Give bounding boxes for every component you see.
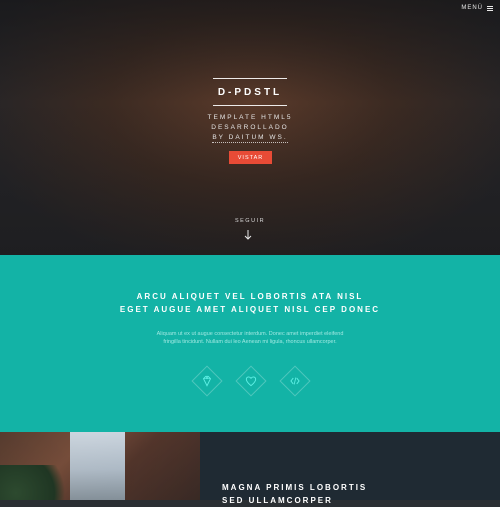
features-subtext: Aliquam ut ex ut augue consectetur inter… [0, 330, 500, 346]
features-section: ARCU ALIQUET VEL LOBORTIS ATA NISL EGET … [0, 255, 500, 432]
feature-icon-diamond[interactable] [191, 365, 223, 397]
bottom-heading-line-2: SED ULLAMCORPER [222, 496, 333, 505]
features-headline-line-1: ARCU ALIQUET VEL LOBORTIS ATA NISL [136, 292, 364, 301]
code-icon [290, 377, 300, 385]
alley-photo [0, 432, 200, 500]
feature-icons [0, 365, 500, 400]
bottom-heading-line-1: MAGNA PRIMIS LOBORTIS [222, 483, 368, 492]
logo-text: D-PDSTL [217, 86, 283, 98]
features-subtext-line-1: Aliquam ut ex ut augue consectetur inter… [156, 331, 344, 337]
bottom-section: MAGNA PRIMIS LOBORTIS SED ULLAMCORPER [0, 432, 500, 505]
menu-label: MENÚ [461, 5, 483, 11]
hero-section: MENÚ D-PDSTL TEMPLATE HTML5 DESARROLLADO… [0, 0, 500, 255]
feature-icon-heart[interactable] [235, 365, 267, 397]
features-headline: ARCU ALIQUET VEL LOBORTIS ATA NISL EGET … [0, 290, 500, 316]
feature-icon-code[interactable] [279, 365, 311, 397]
features-headline-line-2: EGET AUGUE AMET ALIQUET NISL CEP DONEC [119, 305, 381, 314]
hamburger-icon [487, 5, 493, 11]
site-logo[interactable]: D-PDSTL [213, 78, 287, 106]
tagline-line-1: TEMPLATE HTML5 [207, 114, 293, 121]
tagline-line-2: DESARROLLADO [211, 124, 289, 131]
features-subtext-line-2: fringilla tincidunt. Nullam dui leo Aene… [163, 339, 337, 345]
diamond-icon [202, 375, 212, 387]
hero-tagline: TEMPLATE HTML5 DESARROLLADO BY DAITUM WS… [0, 113, 500, 143]
heart-icon [245, 376, 257, 387]
visit-button-label: VISTAR [237, 154, 264, 161]
menu-button[interactable]: MENÚ [461, 5, 493, 11]
visit-button[interactable]: VISTAR [229, 151, 272, 164]
bottom-heading: MAGNA PRIMIS LOBORTIS SED ULLAMCORPER [222, 481, 367, 507]
tagline-credit-link[interactable]: BY DAITUM WS. [212, 134, 288, 143]
arrow-down-icon[interactable] [243, 229, 253, 241]
follow-label[interactable]: SEGUIR [0, 218, 500, 224]
